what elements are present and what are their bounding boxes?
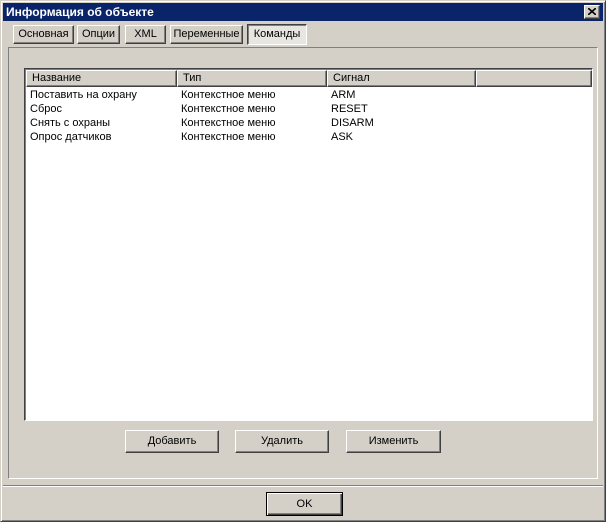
cell-signal: DISARM — [331, 117, 374, 129]
title-bar: Информация об объекте — [3, 3, 603, 21]
cell-name: Сброс — [30, 103, 62, 115]
tab-label: Основная — [18, 28, 69, 40]
column-header-label: Название — [32, 72, 82, 84]
tab-options[interactable]: Опции — [77, 25, 120, 44]
cell-type: Контекстное меню — [181, 103, 276, 115]
tab-label: Команды — [253, 28, 301, 40]
delete-button[interactable]: Удалить — [235, 430, 329, 453]
tab-variables[interactable]: Переменные — [170, 25, 243, 44]
cell-name: Снять с охраны — [30, 117, 111, 129]
cell-type: Контекстное меню — [181, 117, 276, 129]
list-row[interactable]: Поставить на охрану Контекстное меню ARM — [26, 88, 592, 102]
column-header-empty[interactable] — [476, 70, 592, 87]
column-header-signal[interactable]: Сигнал — [327, 70, 476, 87]
tab-label: Переменные — [173, 28, 240, 40]
footer-separator — [3, 485, 603, 487]
cell-signal: RESET — [331, 103, 368, 115]
window-title: Информация об объекте — [6, 5, 154, 19]
ok-button[interactable]: OK — [266, 492, 343, 516]
tab-commands[interactable]: Команды — [247, 24, 307, 45]
list-row[interactable]: Снять с охраны Контекстное меню DISARM — [26, 116, 592, 130]
edit-button[interactable]: Изменить — [346, 430, 441, 453]
tab-main[interactable]: Основная — [13, 25, 74, 44]
cell-type: Контекстное меню — [181, 89, 276, 101]
tab-label: XML — [134, 28, 157, 40]
list-row[interactable]: Опрос датчиков Контекстное меню ASK — [26, 130, 592, 144]
close-button[interactable] — [584, 5, 600, 19]
commands-list[interactable]: Название Тип Сигнал Поставить на охрану … — [24, 68, 593, 421]
list-row[interactable]: Сброс Контекстное меню RESET — [26, 102, 592, 116]
list-header: Название Тип Сигнал — [26, 70, 592, 87]
add-button[interactable]: Добавить — [125, 430, 219, 453]
tab-label: Опции — [81, 28, 116, 40]
column-header-name[interactable]: Название — [26, 70, 177, 87]
list-body: Поставить на охрану Контекстное меню ARM… — [26, 88, 592, 144]
column-header-type[interactable]: Тип — [177, 70, 327, 87]
close-icon — [588, 8, 596, 15]
column-header-label: Сигнал — [333, 72, 370, 84]
cell-type: Контекстное меню — [181, 131, 276, 143]
cell-name: Опрос датчиков — [30, 131, 112, 143]
tab-xml[interactable]: XML — [125, 25, 166, 44]
dialog-window: Информация об объекте Основная Опции XML… — [0, 0, 606, 522]
column-header-label: Тип — [183, 72, 202, 84]
cell-signal: ARM — [331, 89, 356, 101]
cell-signal: ASK — [331, 131, 354, 143]
cell-name: Поставить на охрану — [30, 89, 137, 101]
